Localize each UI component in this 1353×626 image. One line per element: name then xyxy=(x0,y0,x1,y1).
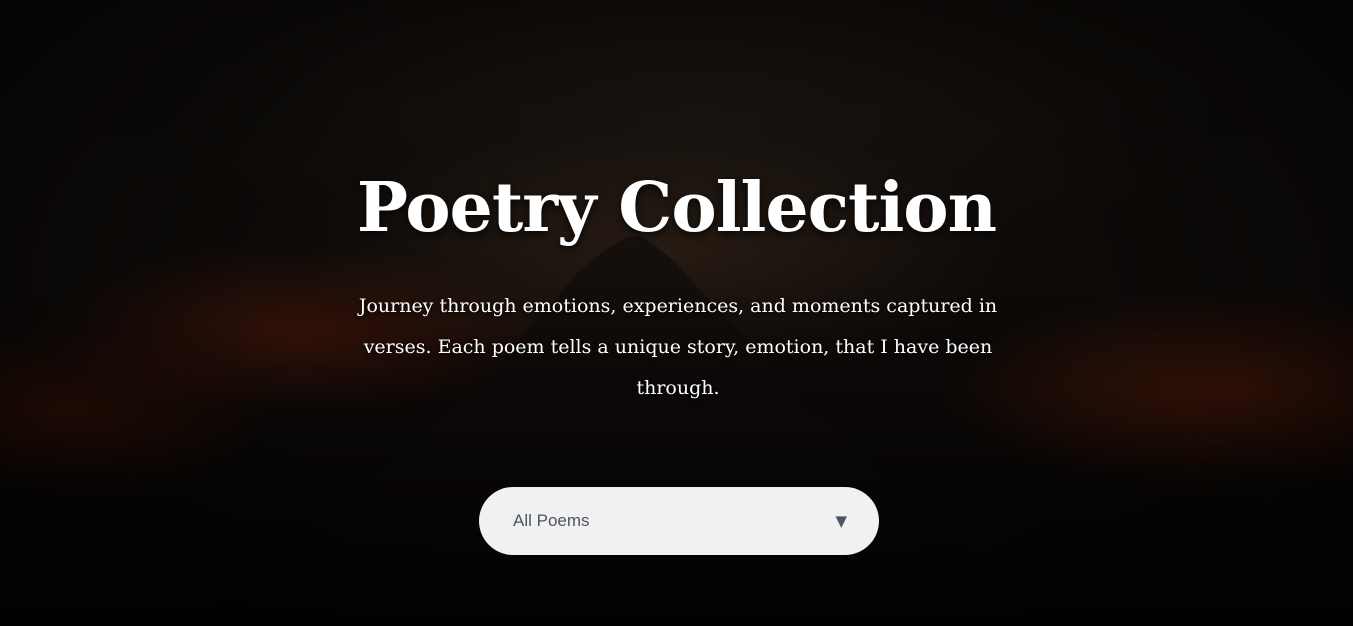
page-title: Poetry Collection xyxy=(356,168,997,248)
triangle-down-icon: ▼ xyxy=(835,512,847,530)
hero-section: Poetry Collection Journey through emotio… xyxy=(0,0,1353,626)
poem-filter-select[interactable]: All Poems ▼ xyxy=(479,487,879,555)
page-subtitle: Journey through emotions, experiences, a… xyxy=(358,295,998,399)
hero-content: Poetry Collection Journey through emotio… xyxy=(0,0,1353,626)
poem-filter-selected-value: All Poems xyxy=(513,511,590,530)
